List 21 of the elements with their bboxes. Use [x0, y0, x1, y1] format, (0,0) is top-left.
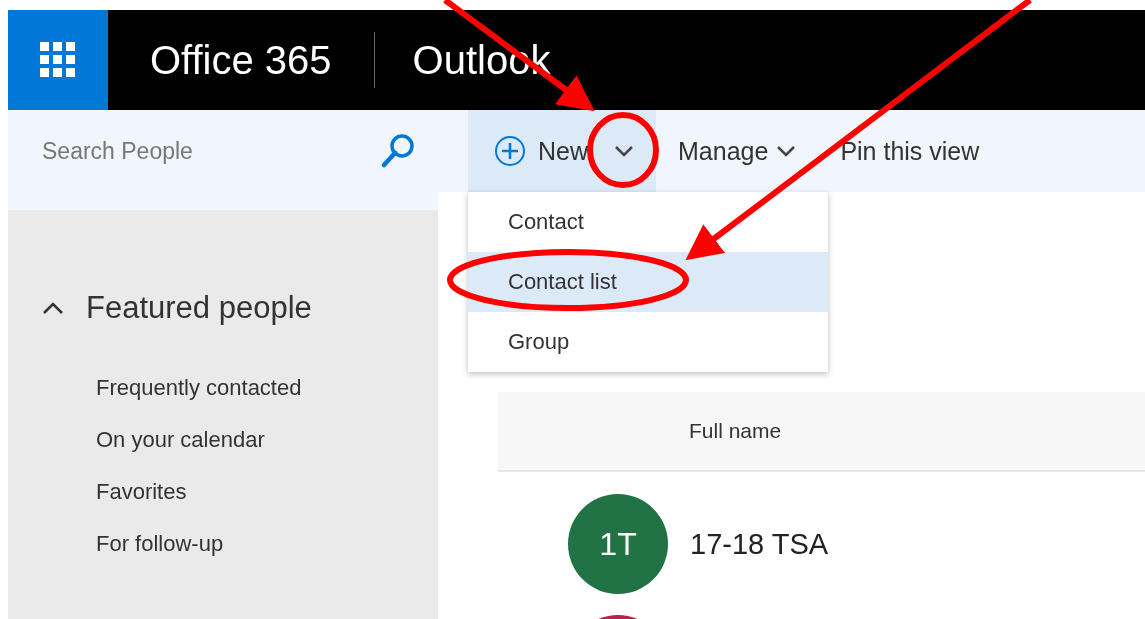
toolbar-button[interactable]: Pin this view [818, 110, 1002, 192]
menu-item[interactable]: Contact [468, 192, 828, 252]
sidebar-item[interactable]: For follow-up [96, 518, 438, 570]
sidebar-item[interactable]: Favorites [96, 466, 438, 518]
grid-icon [40, 42, 76, 78]
plus-circle-icon [494, 135, 526, 167]
chevron-down-icon [614, 145, 634, 157]
search-field[interactable]: Search People [42, 137, 342, 165]
app-launcher-button[interactable] [8, 10, 108, 110]
menu-item[interactable]: Group [468, 312, 828, 372]
sidebar-item[interactable]: Frequently contacted [96, 362, 438, 414]
section-header[interactable]: Featured people [42, 290, 312, 326]
sidebar-item[interactable]: On your calendar [96, 414, 438, 466]
avatar: 1T [568, 494, 668, 594]
chevron-down-icon [776, 145, 797, 157]
chevron-icon [42, 301, 64, 315]
toolbar-button[interactable]: Manage [656, 110, 819, 192]
column-header[interactable]: Full name [689, 419, 782, 443]
suite-title: Office 365 [150, 37, 332, 83]
search-icon[interactable] [380, 133, 416, 169]
contact-name[interactable]: 17-18 TSA [690, 494, 829, 594]
